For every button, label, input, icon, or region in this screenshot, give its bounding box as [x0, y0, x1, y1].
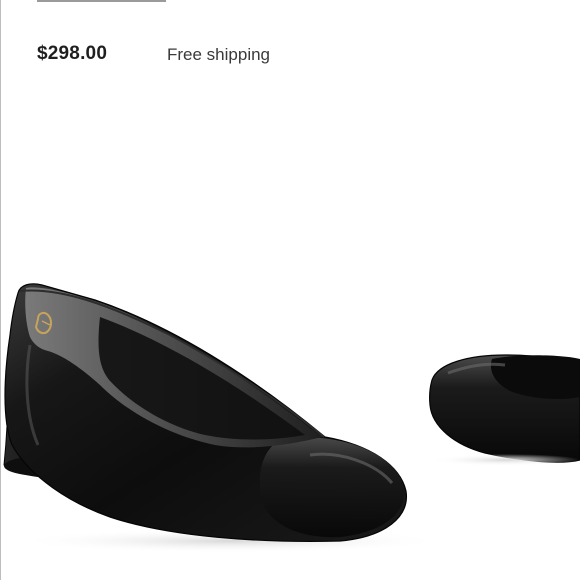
shoe-toe: [259, 437, 405, 538]
second-shoe-shadow: [430, 454, 580, 466]
price-text: $298.00: [37, 43, 108, 64]
free-shipping-text: Free shipping: [167, 45, 271, 64]
black-pump-shoe-image: [3, 283, 580, 553]
top-tab-underline: [37, 0, 166, 2]
product-image[interactable]: [0, 255, 580, 580]
